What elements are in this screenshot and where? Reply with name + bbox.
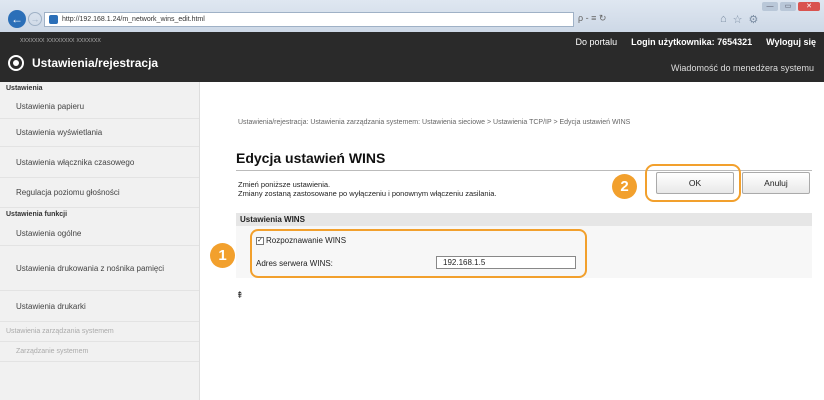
close-icon[interactable]: ✕ [798,2,820,11]
app-header: xxxxxxx xxxxxxxx xxxxxxx Do portalu Logi… [0,32,824,82]
sidebar-item-volume[interactable]: Regulacja poziomu głośności [0,178,199,208]
sidebar-item-memory-print[interactable]: Ustawienia drukowania z nośnika pamięci [0,246,199,291]
sidebar-item-general[interactable]: Ustawienia ogólne [0,221,199,246]
maximize-icon[interactable]: ▭ [780,2,796,11]
browser-toolbar-icons: ⌂ ☆ ⚙ [720,13,758,26]
message-to-admin-link[interactable]: Wiadomość do menedżera systemu [671,63,814,73]
sidebar: Ustawienia Ustawienia papieru Ustawienia… [0,82,200,400]
home-icon[interactable]: ⌂ [720,13,727,26]
sidebar-item-printer[interactable]: Ustawienia drukarki [0,291,199,322]
header-left-text: xxxxxxx xxxxxxxx xxxxxxx [20,37,101,44]
app-title-wrap: Ustawienia/rejestracja [8,55,158,71]
settings-icon[interactable]: ⚙ [749,13,759,26]
instruction-line-1: Zmień poniższe ustawienia. [238,180,331,189]
sidebar-item-timer[interactable]: Ustawienia włącznika czasowego [0,147,199,178]
address-bar[interactable]: http://192.168.1.24/m_network_wins_edit.… [44,12,574,27]
sidebar-item-display[interactable]: Ustawienia wyświetlania [0,119,199,147]
page-title: Edycja ustawień WINS [236,150,386,166]
minimize-icon[interactable]: — [762,2,778,11]
url-text: http://192.168.1.24/m_network_wins_edit.… [62,16,205,23]
back-to-top-icon[interactable]: ⇞ [236,290,244,301]
cancel-button[interactable]: Anuluj [742,172,810,194]
section-header-wins: Ustawienia WINS [236,213,812,226]
logout-link[interactable]: Wyloguj się [766,37,816,47]
login-label: Login użytkownika: [631,37,715,47]
page-icon [49,15,58,24]
breadcrumb: Ustawienia/rejestracja: Ustawienia zarzą… [238,119,631,126]
favorites-icon[interactable]: ☆ [733,13,743,26]
step-badge-2: 2 [612,174,637,199]
instructions: Zmień poniższe ustawienia. Zmiany zostan… [238,180,496,198]
forward-button[interactable]: → [28,12,42,26]
login-info: Login użytkownika: 7654321 [631,37,752,47]
login-value: 7654321 [717,37,753,47]
window-controls: — ▭ ✕ [762,2,820,11]
sidebar-section-functions: Ustawienia funkcji [6,211,68,218]
sidebar-item-paper[interactable]: Ustawienia papieru [0,95,199,119]
sidebar-section-system: Ustawienia zarządzania systemem [0,322,199,342]
portal-link[interactable]: Do portalu [576,37,618,47]
sidebar-item-system-mgmt[interactable]: Zarządzanie systemem [0,342,199,362]
top-nav: Do portalu Login użytkownika: 7654321 Wy… [576,37,816,47]
back-button[interactable]: ← [8,10,26,28]
settings-gear-icon [8,55,24,71]
instruction-line-2: Zmiany zostaną zastosowane po wyłączeniu… [238,189,497,198]
ok-button[interactable]: OK [656,172,734,194]
browser-chrome: — ▭ ✕ ← → http://192.168.1.24/m_network_… [0,0,824,32]
wins-highlight-ring [250,229,587,278]
step-badge-1: 1 [210,243,235,268]
sidebar-section-settings: Ustawienia [6,85,43,92]
address-tools[interactable]: ρ - ≡ ↻ [578,13,606,24]
app-title: Ustawienia/rejestracja [32,56,159,70]
